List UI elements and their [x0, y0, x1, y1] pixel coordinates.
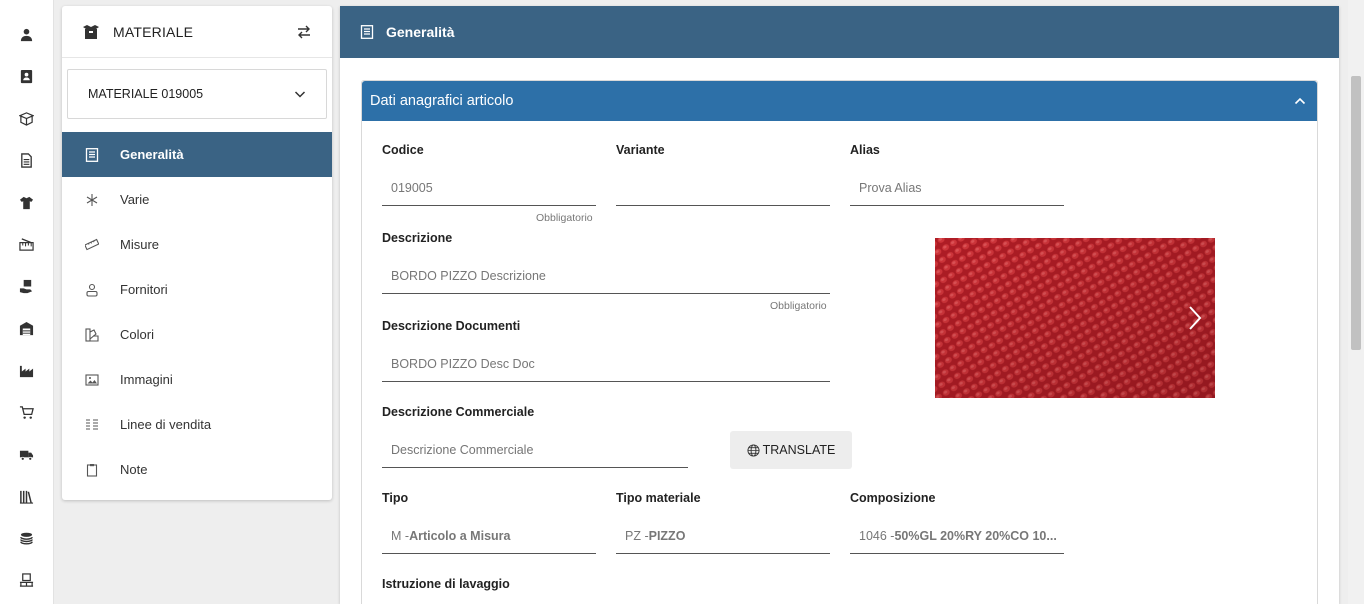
menu-item-label: Fornitori	[120, 282, 168, 297]
books-icon[interactable]	[17, 487, 35, 505]
card-header[interactable]: Dati anagrafici articolo	[362, 81, 1317, 121]
menu-item-label: Varie	[120, 192, 150, 207]
descrizione-value: BORDO PIZZO Descrizione	[391, 268, 546, 283]
descrizione-hint: Obbligatorio	[770, 300, 827, 312]
truck-icon[interactable]	[17, 445, 35, 463]
tipo-materiale-label: Tipo materiale	[616, 491, 701, 505]
codice-field[interactable]: 019005	[382, 170, 596, 206]
translate-label: TRANSLATE	[762, 443, 836, 457]
scrollbar-thumb[interactable]	[1351, 76, 1361, 350]
document-icon[interactable]	[17, 151, 35, 169]
material-photo	[935, 238, 1215, 398]
menu-item-fornitori[interactable]: Fornitori	[62, 267, 332, 312]
clipboard-icon	[84, 462, 99, 477]
menu-item-note[interactable]: Note	[62, 447, 332, 492]
user-icon[interactable]	[17, 25, 35, 43]
material-panel: MATERIALE MATERIALE 019005 Generalità Va…	[62, 6, 332, 500]
descrizione-commerciale-input[interactable]	[391, 442, 688, 457]
menu-item-label: Note	[120, 462, 148, 477]
menu-item-varie[interactable]: Varie	[62, 177, 332, 222]
descrizione-label: Descrizione	[382, 231, 453, 245]
menu-item-label: Generalità	[120, 147, 184, 162]
menu-item-generalita[interactable]: Generalità	[62, 132, 332, 177]
composizione-code: 1046 -	[859, 528, 895, 543]
warehouse-icon[interactable]	[17, 319, 35, 337]
swap-icon[interactable]	[296, 24, 312, 40]
pallet-icon[interactable]	[17, 571, 35, 589]
tipo-materiale-field[interactable]: PZ - PIZZO	[616, 518, 830, 554]
list-document-icon	[84, 147, 99, 162]
fabric-image	[935, 238, 1215, 398]
menu-item-colori[interactable]: Colori	[62, 312, 332, 357]
material-selector-value: MATERIALE 019005	[88, 87, 204, 101]
descrizione-commerciale-field[interactable]	[382, 432, 688, 468]
images-icon	[84, 372, 99, 387]
descrizione-field[interactable]: BORDO PIZZO Descrizione	[382, 258, 830, 294]
istruzione-lavaggio-label: Istruzione di lavaggio	[382, 577, 510, 591]
composizione-value: 50%GL 20%RY 20%CO 10...	[894, 528, 1057, 543]
cart-icon[interactable]	[17, 403, 35, 421]
menu-item-label: Colori	[120, 327, 154, 342]
chevron-down-icon	[294, 88, 306, 100]
globe-icon	[747, 443, 760, 457]
menu-item-label: Misure	[120, 237, 160, 252]
lines-list-icon	[84, 417, 99, 432]
descrizione-documenti-field[interactable]: BORDO PIZZO Desc Doc	[382, 346, 830, 382]
box-open-icon[interactable]	[17, 109, 35, 127]
translate-button[interactable]: TRANSLATE	[730, 431, 852, 469]
tipo-code: M -	[391, 528, 410, 543]
chevron-right-icon[interactable]	[1187, 304, 1203, 332]
variante-field[interactable]	[616, 170, 830, 206]
descrizione-documenti-value: BORDO PIZZO Desc Doc	[391, 356, 535, 371]
chevron-up-icon[interactable]	[1294, 95, 1306, 107]
composizione-field[interactable]: 1046 - 50%GL 20%RY 20%CO 10...	[850, 518, 1064, 554]
hand-box-icon[interactable]	[17, 277, 35, 295]
material-selector[interactable]: MATERIALE 019005	[67, 69, 327, 119]
tipo-label: Tipo	[382, 491, 409, 505]
list-document-icon	[360, 25, 374, 39]
panel-title: MATERIALE	[113, 23, 194, 40]
page-title: Generalità	[386, 24, 455, 40]
menu-item-linee-di-vendita[interactable]: Linee di vendita	[62, 402, 332, 447]
palette-icon	[84, 327, 99, 342]
composizione-label: Composizione	[850, 491, 936, 505]
scrollbar[interactable]	[1348, 0, 1364, 604]
box-icon	[82, 23, 100, 41]
alias-label: Alias	[850, 143, 880, 157]
ruler-icon	[84, 237, 99, 252]
panel-header: MATERIALE	[62, 6, 332, 58]
main-content: Generalità Dati anagrafici articolo Codi…	[340, 6, 1339, 604]
menu-item-label: Immagini	[120, 372, 173, 387]
card-title: Dati anagrafici articolo	[370, 93, 514, 109]
article-data-card: Dati anagrafici articolo Codice 019005 O…	[361, 80, 1318, 604]
tipo-field[interactable]: M - Articolo a Misura	[382, 518, 596, 554]
menu-item-label: Linee di vendita	[120, 417, 212, 432]
tipo-materiale-value: PIZZO	[648, 528, 686, 543]
menu-item-immagini[interactable]: Immagini	[62, 357, 332, 402]
menu-item-misure[interactable]: Misure	[62, 222, 332, 267]
ruler-tag-icon[interactable]	[17, 235, 35, 253]
coins-icon[interactable]	[17, 529, 35, 547]
main-header: Generalità	[340, 6, 1339, 58]
supplier-icon	[84, 282, 99, 297]
descrizione-documenti-label: Descrizione Documenti	[382, 319, 521, 333]
tshirt-icon[interactable]	[17, 193, 35, 211]
contact-card-icon[interactable]	[17, 67, 35, 85]
codice-value: 019005	[391, 180, 433, 195]
descrizione-commerciale-label: Descrizione Commerciale	[382, 405, 535, 419]
codice-hint: Obbligatorio	[536, 212, 593, 224]
codice-label: Codice	[382, 143, 424, 157]
app-nav-rail	[0, 0, 54, 604]
factory-icon[interactable]	[17, 361, 35, 379]
alias-field[interactable]: Prova Alias	[850, 170, 1064, 206]
alias-value: Prova Alias	[859, 180, 922, 195]
tipo-value: Articolo a Misura	[409, 528, 511, 543]
asterisk-icon	[84, 192, 99, 207]
variante-label: Variante	[616, 143, 665, 157]
tipo-materiale-code: PZ -	[625, 528, 649, 543]
